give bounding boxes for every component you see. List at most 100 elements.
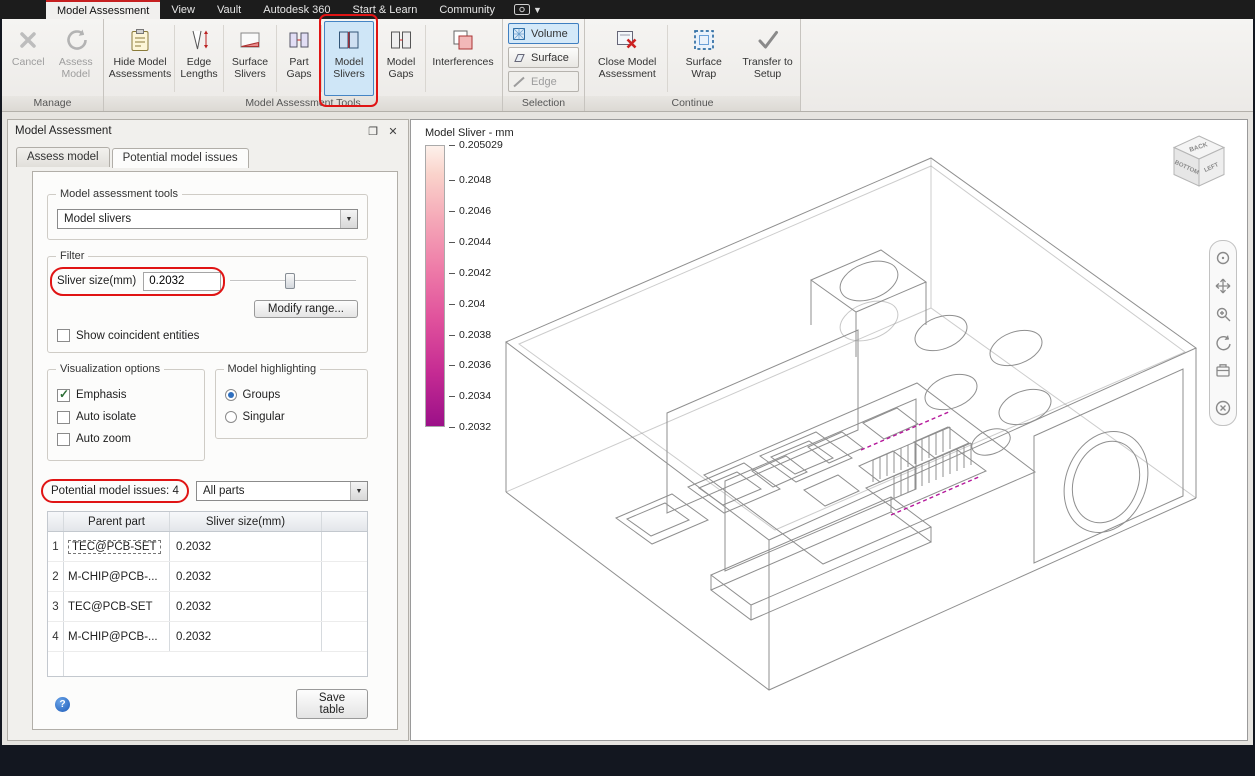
table-row[interactable]: 4 M-CHIP@PCB-... 0.2032 [48, 622, 367, 652]
table-row[interactable]: 3 TEC@PCB-SET 0.2032 [48, 592, 367, 622]
selection-surface-label: Surface [531, 51, 569, 64]
table-row[interactable]: 1 TEC@PCB-SET 0.2032 [48, 532, 367, 562]
pan-icon[interactable] [1212, 275, 1234, 297]
edge-lengths-icon [185, 26, 213, 54]
row-number: 3 [48, 592, 64, 621]
menubar-spacer [0, 0, 46, 19]
interferences-button[interactable]: Interferences [428, 21, 498, 96]
close-toolbar-icon[interactable] [1212, 397, 1234, 419]
views-icon[interactable] [1212, 359, 1234, 381]
menubar: Model Assessment View Vault Autodesk 360… [0, 0, 1255, 19]
selection-edge-button[interactable]: Edge [508, 71, 579, 92]
caret-down-icon[interactable]: ▼ [350, 482, 367, 500]
row-number: 1 [48, 532, 64, 561]
row-number: 4 [48, 622, 64, 651]
transfer-to-setup-icon [754, 26, 782, 54]
column-header-sliver-size[interactable]: Sliver size(mm) [170, 512, 322, 531]
model-gaps-button[interactable]: Model Gaps [379, 21, 423, 96]
selection-surface-button[interactable]: Surface [508, 47, 579, 68]
transfer-to-setup-button[interactable]: Transfer to Setup [739, 21, 796, 96]
surface-slivers-button[interactable]: Surface Slivers [226, 21, 274, 96]
surface-wrap-icon [690, 26, 718, 54]
show-coincident-checkbox[interactable] [57, 329, 70, 342]
ribbon-group-label-selection: Selection [503, 96, 584, 111]
close-model-assessment-button[interactable]: Close Model Assessment [589, 21, 665, 96]
show-coincident-label: Show coincident entities [76, 329, 200, 342]
sliver-size-cell[interactable]: 0.2032 [170, 562, 322, 591]
assess-model-icon [62, 26, 90, 54]
navigation-toolbar [1209, 240, 1237, 426]
help-icon[interactable]: ? [55, 696, 70, 712]
float-panel-icon[interactable]: ❐ [365, 124, 381, 138]
close-panel-icon[interactable]: ✕ [385, 124, 401, 138]
result-legend: Model Sliver - mm 0.205029 0.2048 0.2046… [425, 127, 514, 433]
assess-model-button[interactable]: Assess Model [53, 21, 99, 96]
slider-thumb[interactable] [285, 273, 296, 289]
column-header-parent-part[interactable]: Parent part [64, 512, 170, 531]
model-slivers-icon [335, 26, 363, 54]
ribbon-group-selection: Volume Surface Edge Selection [503, 19, 585, 111]
menu-tab-model-assessment[interactable]: Model Assessment [46, 0, 161, 19]
ribbon-group-label-tools: Model Assessment Tools [104, 96, 502, 111]
menubar-capture-menu[interactable]: ▼ [506, 0, 550, 19]
capture-icon [513, 4, 530, 15]
legend-tick: 0.204 [449, 298, 485, 310]
modify-range-button[interactable]: Modify range... [253, 300, 358, 318]
legend-color-bar [425, 145, 445, 427]
save-table-button[interactable]: Save table [296, 689, 368, 719]
potential-issues-count-label: Potential model issues: 4 [41, 479, 189, 503]
tab-potential-model-issues[interactable]: Potential model issues [111, 148, 249, 168]
menu-tab-start-learn[interactable]: Start & Learn [342, 0, 429, 19]
parent-part-cell[interactable]: M-CHIP@PCB-... [64, 562, 170, 591]
parts-filter-dropdown[interactable]: All parts ▼ [196, 481, 368, 501]
zoom-icon[interactable] [1212, 303, 1234, 325]
viewport-3d[interactable]: Model Sliver - mm 0.205029 0.2048 0.2046… [410, 119, 1248, 741]
parent-part-cell[interactable]: TEC@PCB-SET [64, 592, 170, 621]
part-gaps-button[interactable]: Part Gaps [279, 21, 319, 96]
menu-tab-autodesk-360[interactable]: Autodesk 360 [252, 0, 341, 19]
sliver-size-cell[interactable]: 0.2032 [170, 592, 322, 621]
singular-radio[interactable] [224, 411, 237, 423]
cancel-button[interactable]: Cancel [6, 21, 51, 96]
view-cube[interactable]: BACK BOTTOM LEFT [1167, 130, 1231, 197]
assessment-tool-dropdown[interactable]: Model slivers ▼ [57, 209, 358, 229]
edge-icon [513, 76, 525, 87]
auto-isolate-checkbox[interactable] [57, 410, 70, 424]
legend-tick: 0.2038 [449, 329, 491, 341]
model-slivers-label: Model Slivers [333, 56, 365, 80]
selection-volume-button[interactable]: Volume [508, 23, 579, 44]
ribbon-group-label-continue: Continue [585, 96, 800, 111]
caret-down-icon[interactable]: ▼ [340, 210, 357, 228]
sliver-size-input[interactable] [143, 271, 222, 291]
sliver-size-cell[interactable]: 0.2032 [170, 622, 322, 651]
legend-tick: 0.2048 [449, 174, 491, 186]
orbit-icon[interactable] [1212, 247, 1234, 269]
surface-wrap-button[interactable]: Surface Wrap [670, 21, 737, 96]
free-orbit-icon[interactable] [1212, 331, 1234, 353]
legend-tick: 0.2042 [449, 267, 491, 279]
parent-part-cell[interactable]: TEC@PCB-SET [64, 532, 170, 561]
ribbon-group-manage: Cancel Assess Model Manage [2, 19, 104, 111]
table-header: Parent part Sliver size(mm) [48, 512, 367, 532]
legend-tick: 0.2046 [449, 205, 491, 217]
table-row[interactable]: 2 M-CHIP@PCB-... 0.2032 [48, 562, 367, 592]
menu-tab-view[interactable]: View [160, 0, 206, 19]
edge-lengths-label: Edge Lengths [180, 56, 218, 80]
sliver-size-cell[interactable]: 0.2032 [170, 532, 322, 561]
auto-zoom-checkbox[interactable] [57, 432, 70, 446]
emphasis-checkbox[interactable] [57, 387, 70, 402]
ribbon-separator [174, 25, 175, 92]
hide-model-assessments-label: Hide Model Assessments [108, 56, 172, 80]
groups-radio[interactable] [224, 389, 237, 401]
model-gaps-icon [387, 26, 415, 54]
menu-tab-vault[interactable]: Vault [206, 0, 252, 19]
model-slivers-button[interactable]: Model Slivers [319, 14, 378, 107]
legend-tick: 0.2032 [449, 421, 491, 433]
hide-model-assessments-button[interactable]: Hide Model Assessments [108, 21, 172, 96]
tab-assess-model[interactable]: Assess model [16, 147, 110, 167]
interferences-icon [449, 26, 477, 54]
edge-lengths-button[interactable]: Edge Lengths [177, 21, 221, 96]
parent-part-cell[interactable]: M-CHIP@PCB-... [64, 622, 170, 651]
menu-tab-community[interactable]: Community [428, 0, 506, 19]
sliver-size-slider[interactable] [228, 271, 358, 291]
